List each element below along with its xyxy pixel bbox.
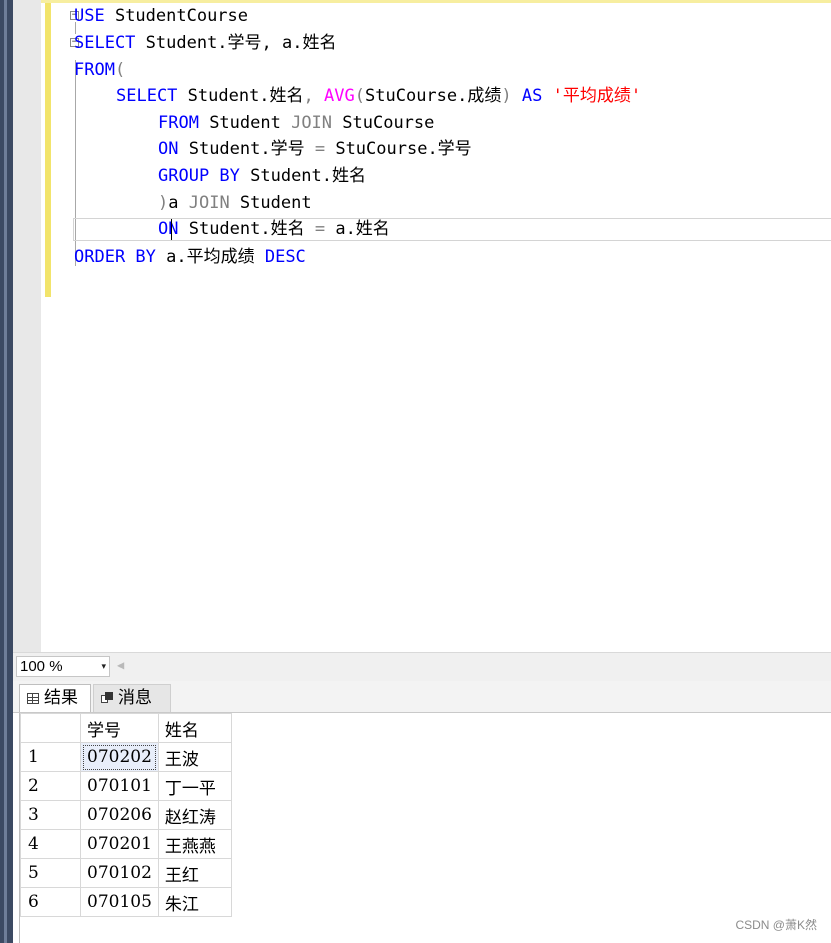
code-token: ( bbox=[354, 86, 366, 106]
code-token: SELECT bbox=[116, 86, 178, 106]
code-line[interactable]: SELECT Student.姓名, AVG(StuCourse.成绩) AS … bbox=[116, 83, 641, 109]
table-row: 1 070202 王波 bbox=[20, 742, 232, 772]
code-line[interactable]: ON Student.学号 = StuCourse.学号 bbox=[158, 136, 472, 162]
code-token: '平均成绩' bbox=[542, 86, 642, 106]
code-token: StuCourse.成绩 bbox=[365, 86, 502, 106]
zoom-select[interactable]: 100 % ▾ bbox=[16, 656, 110, 677]
code-token: , bbox=[303, 86, 314, 106]
code-line[interactable]: ORDER BY a.平均成绩 DESC bbox=[74, 244, 306, 270]
row-number-header[interactable] bbox=[20, 713, 81, 743]
row-number[interactable]: 6 bbox=[20, 887, 81, 917]
tab-results[interactable]: 结果 bbox=[19, 684, 91, 712]
zoom-value: 100 % bbox=[20, 658, 63, 675]
grid-header-row: 学号 姓名 bbox=[20, 713, 232, 743]
code-token: DESC bbox=[264, 247, 306, 267]
code-token: FROM bbox=[74, 60, 115, 80]
code-token: StudentCourse bbox=[104, 6, 249, 26]
editor-status-bar: 100 % ▾ ◀ bbox=[13, 652, 831, 681]
code-token: ) bbox=[501, 86, 512, 106]
window-frame-edge bbox=[0, 0, 13, 943]
grid-cell[interactable]: 赵红涛 bbox=[157, 800, 232, 830]
tab-messages-label: 消息 bbox=[118, 688, 152, 708]
row-number[interactable]: 1 bbox=[20, 742, 81, 772]
code-token: AS bbox=[511, 86, 543, 106]
code-token: ORDER BY bbox=[74, 247, 156, 267]
grid-icon bbox=[27, 693, 39, 704]
table-row: 6 070105 朱江 bbox=[20, 887, 232, 917]
code-token: USE bbox=[74, 6, 105, 26]
table-row: 2 070101 丁一平 bbox=[20, 771, 232, 801]
code-token: Student.学号 bbox=[178, 139, 315, 159]
code-token: GROUP BY bbox=[158, 166, 240, 186]
grid-cell[interactable]: 070102 bbox=[80, 858, 159, 888]
code-token: = bbox=[314, 139, 326, 159]
code-token: Student.学号, a.姓名 bbox=[135, 33, 337, 53]
table-row: 3 070206 赵红涛 bbox=[20, 800, 232, 830]
query-editor[interactable]: − − USE StudentCourse SELECT Student.学号, … bbox=[13, 0, 831, 652]
watermark: CSDN @萧K然 bbox=[735, 918, 817, 932]
column-header[interactable]: 姓名 bbox=[157, 713, 232, 743]
code-token: ) bbox=[158, 193, 169, 213]
code-line[interactable]: USE StudentCourse bbox=[74, 3, 248, 29]
row-number[interactable]: 4 bbox=[20, 829, 81, 859]
grid-cell[interactable]: 朱江 bbox=[157, 887, 232, 917]
grid-cell[interactable]: 070101 bbox=[80, 771, 159, 801]
results-tab-strip: 结果 消息 bbox=[13, 681, 831, 713]
code-line[interactable]: ON Student.姓名 = a.姓名 bbox=[158, 216, 390, 242]
code-token: AVG bbox=[324, 86, 355, 106]
code-token: Student bbox=[229, 193, 312, 213]
grid-cell[interactable]: 070206 bbox=[80, 800, 159, 830]
code-line[interactable]: SELECT Student.学号, a.姓名 bbox=[74, 30, 336, 56]
code-line[interactable]: )a JOIN Student bbox=[158, 190, 312, 216]
code-token: FROM bbox=[158, 113, 199, 133]
grid-cell[interactable]: 王波 bbox=[157, 742, 232, 772]
table-row: 5 070102 王红 bbox=[20, 858, 232, 888]
results-panel: 结果 消息 学号 姓名 1 070202 王波 2 070101 丁一平 3 0… bbox=[13, 681, 831, 943]
code-token: ON bbox=[158, 139, 179, 159]
code-line[interactable]: FROM Student JOIN StuCourse bbox=[158, 110, 434, 136]
row-number[interactable]: 3 bbox=[20, 800, 81, 830]
code-token: StuCourse.学号 bbox=[325, 139, 472, 159]
row-number[interactable]: 5 bbox=[20, 858, 81, 888]
code-token: SELECT bbox=[74, 33, 136, 53]
tab-messages[interactable]: 消息 bbox=[93, 684, 171, 712]
grid-cell[interactable]: 070201 bbox=[80, 829, 159, 859]
chevron-down-icon: ▾ bbox=[101, 661, 106, 671]
column-header[interactable]: 学号 bbox=[80, 713, 159, 743]
tab-results-label: 结果 bbox=[44, 688, 78, 708]
grid-cell[interactable]: 070202 bbox=[80, 742, 159, 772]
table-row: 4 070201 王燕燕 bbox=[20, 829, 232, 859]
code-token: JOIN bbox=[188, 193, 230, 213]
messages-icon bbox=[101, 692, 113, 704]
code-token: a.姓名 bbox=[325, 219, 390, 239]
code-token: ( bbox=[114, 60, 126, 80]
code-token: JOIN bbox=[291, 113, 333, 133]
grid-cell[interactable]: 王红 bbox=[157, 858, 232, 888]
code-token: = bbox=[314, 219, 326, 239]
results-grid[interactable]: 学号 姓名 1 070202 王波 2 070101 丁一平 3 070206 bbox=[20, 713, 232, 917]
change-tracking-bar bbox=[45, 3, 51, 297]
row-number[interactable]: 2 bbox=[20, 771, 81, 801]
code-line[interactable]: FROM( bbox=[74, 57, 125, 83]
code-token: Student bbox=[198, 113, 292, 133]
code-token: a bbox=[168, 193, 189, 213]
grid-cell[interactable]: 王燕燕 bbox=[157, 829, 232, 859]
code-token: StuCourse bbox=[332, 113, 435, 133]
code-token: ON bbox=[158, 219, 179, 239]
results-grid-area: 学号 姓名 1 070202 王波 2 070101 丁一平 3 070206 bbox=[19, 713, 831, 943]
code-token: Student.姓名 bbox=[178, 219, 315, 239]
grid-cell[interactable]: 070105 bbox=[80, 887, 159, 917]
editor-selection-margin bbox=[13, 0, 41, 652]
code-token: a.平均成绩 bbox=[155, 247, 265, 267]
code-line[interactable]: GROUP BY Student.姓名 bbox=[158, 163, 366, 189]
code-token: Student.姓名 bbox=[177, 86, 304, 106]
text-caret bbox=[171, 219, 172, 240]
code-token: Student.姓名 bbox=[239, 166, 367, 186]
scroll-left-icon[interactable]: ◀ bbox=[117, 658, 124, 672]
grid-cell[interactable]: 丁一平 bbox=[157, 771, 232, 801]
